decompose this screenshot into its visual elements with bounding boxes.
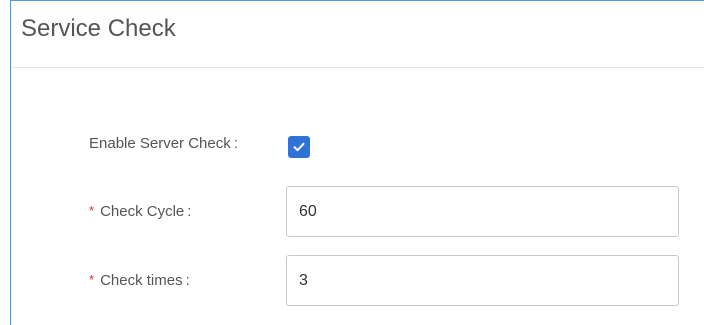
check-times-label: * Check times: [89, 272, 190, 289]
required-asterisk: * [89, 203, 95, 218]
check-times-label-text: Check times [100, 272, 183, 289]
check-times-separator: : [185, 272, 190, 289]
enable-server-check-separator: : [233, 135, 238, 152]
check-cycle-input[interactable] [286, 186, 679, 237]
enable-server-check-row: Enable Server Check: [11, 131, 704, 161]
check-icon [293, 142, 305, 152]
service-check-panel: Service Check Enable Server Check: * Chec… [10, 0, 704, 325]
check-cycle-row: * Check Cycle: [11, 185, 704, 238]
enable-server-check-label: Enable Server Check: [89, 135, 238, 152]
enable-server-check-checkbox[interactable] [288, 136, 310, 158]
check-times-input[interactable] [286, 255, 679, 306]
check-cycle-label-text: Check Cycle [100, 203, 185, 220]
panel-title: Service Check [21, 15, 176, 42]
check-times-row: * Check times: [11, 254, 704, 307]
check-cycle-separator: : [187, 203, 192, 220]
check-cycle-label: * Check Cycle: [89, 203, 191, 220]
enable-server-check-label-text: Enable Server Check [89, 135, 231, 152]
panel-header: Service Check [11, 1, 704, 68]
required-asterisk: * [89, 272, 95, 287]
